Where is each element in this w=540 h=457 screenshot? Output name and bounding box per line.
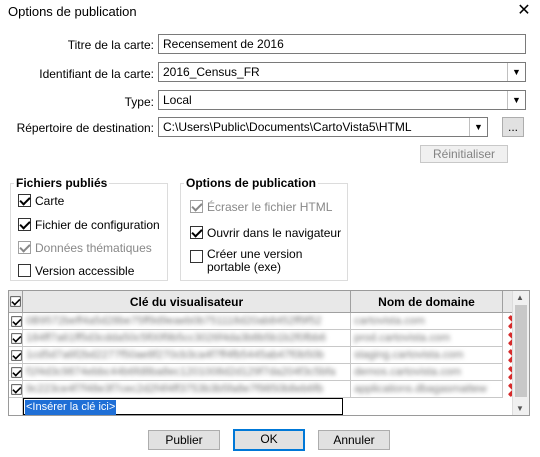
domain-value: demos.cartovista.com <box>354 366 461 378</box>
checkbox-config-file-box[interactable] <box>18 218 31 232</box>
reset-button[interactable]: Réinitialiser <box>420 145 508 163</box>
checkbox-thematic-data-label: Données thématiques <box>35 240 152 255</box>
key-cell[interactable]: 9c223ce4f7f48e3f7cec2d2f4f4ff3753b3b5fa8… <box>23 381 351 398</box>
checkbox-thematic-data: Données thématiques <box>18 240 152 255</box>
key-cell[interactable]: 0B9572beff4a5d28be75ff9d9eaeb0b751118d20… <box>23 313 351 330</box>
domain-value: applications.dbagasmattew <box>354 383 487 395</box>
browse-button[interactable]: ... <box>502 117 524 137</box>
type-value: Local <box>163 93 192 107</box>
column-header-key[interactable]: Clé du visualisateur <box>23 291 351 313</box>
key-cell[interactable]: 1cd5d7a6f2bd2277f50ae8f270cb3ca4f7ff4fb5… <box>23 347 351 364</box>
checkbox-accessible-version-label: Version accessible <box>35 263 135 278</box>
select-all-checkbox[interactable] <box>10 296 21 308</box>
domain-value: staging.cartovista.com <box>354 349 464 361</box>
row-checkbox[interactable] <box>11 332 22 344</box>
chevron-down-icon[interactable]: ▼ <box>507 91 525 109</box>
map-id-label: Identifiant de la carte: <box>39 67 154 81</box>
viewer-keys-grid: Clé du visualisateur Nom de domaine 0B95… <box>8 290 530 416</box>
row-checkbox[interactable] <box>11 383 22 395</box>
checkbox-map-label: Carte <box>35 193 65 208</box>
checkbox-portable-version-box[interactable] <box>190 250 203 263</box>
row-checkbox[interactable] <box>11 366 22 378</box>
domain-cell[interactable]: demos.cartovista.com <box>351 364 503 381</box>
checkbox-map[interactable]: Carte <box>18 193 64 208</box>
checkbox-overwrite-html: Écraser le fichier HTML <box>190 199 332 214</box>
checkbox-open-browser-label: Ouvrir dans le navigateur <box>207 225 342 240</box>
key-cell[interactable]: f1f4d3c9874ebbc44b6fd8ba8ec1201008d2d129… <box>23 364 351 381</box>
checkbox-accessible-version-box[interactable] <box>18 264 31 278</box>
domain-cell[interactable]: applications.dbagasmattew <box>351 381 503 398</box>
checkbox-open-browser[interactable]: Ouvrir dans le navigateur <box>190 225 341 240</box>
window-title: Options de publication <box>8 4 137 19</box>
key-value: 0B9572beff4a5d28be75ff9d9eaeb0b751118d20… <box>26 315 322 327</box>
checkbox-config-file[interactable]: Fichier de configuration <box>18 217 160 232</box>
destination-combo[interactable]: C:\Users\Public\Documents\CartoVista5\HT… <box>158 117 488 137</box>
key-cell[interactable]: 184ff7a61ff5d3cdda50c5f00f9b5cc3026f4da3… <box>23 330 351 347</box>
checkbox-overwrite-html-label: Écraser le fichier HTML <box>207 199 333 214</box>
published-files-title: Fichiers publiés <box>14 176 110 190</box>
row-checkbox-cell[interactable] <box>9 313 23 330</box>
type-label: Type: <box>124 95 154 109</box>
checkbox-open-browser-box[interactable] <box>190 226 203 240</box>
map-id-combo[interactable]: 2016_Census_FR ▼ <box>158 62 526 82</box>
insert-key-placeholder: <Insérer la clé ici> <box>25 400 117 415</box>
checkbox-portable-version[interactable]: Créer une version portable (exe) <box>190 248 350 274</box>
ok-button[interactable]: OK <box>233 429 305 451</box>
map-title-input[interactable]: Recensement de 2016 <box>158 34 526 54</box>
row-checkbox[interactable] <box>11 349 22 361</box>
checkbox-overwrite-html-box <box>190 200 203 214</box>
select-all-header[interactable] <box>9 291 23 313</box>
grid-scrollbar[interactable]: ▲ ▼ <box>512 291 529 415</box>
map-title-label: Titre de la carte: <box>67 38 154 52</box>
domain-cell[interactable]: prod.cartovista.com <box>351 330 503 347</box>
publish-button[interactable]: Publier <box>148 430 220 450</box>
row-checkbox-cell[interactable] <box>9 381 23 398</box>
destination-value: C:\Users\Public\Documents\CartoVista5\HT… <box>163 120 412 134</box>
row-checkbox-cell[interactable] <box>9 330 23 347</box>
type-select[interactable]: Local ▼ <box>158 90 526 110</box>
checkbox-config-file-label: Fichier de configuration <box>35 217 160 232</box>
key-value: 184ff7a61ff5d3cdda50c5f00f9b5cc3026f4da3… <box>26 332 326 344</box>
map-id-value: 2016_Census_FR <box>163 65 260 79</box>
domain-value: cartovista.com <box>354 315 425 327</box>
chevron-down-icon[interactable]: ▼ <box>507 63 525 81</box>
insert-key-input[interactable]: <Insérer la clé ici> <box>23 398 343 415</box>
key-value: f1f4d3c9874ebbc44b6fd8ba8ec1201008d2d129… <box>26 366 336 378</box>
domain-cell[interactable]: cartovista.com <box>351 313 503 330</box>
key-value: 9c223ce4f7f48e3f7cec2d2f4f4ff3753b3b5fa8… <box>26 383 324 395</box>
column-header-domain[interactable]: Nom de domaine <box>351 291 503 313</box>
chevron-down-icon[interactable]: ▼ <box>469 118 487 136</box>
checkbox-thematic-data-box <box>18 241 31 255</box>
insert-row-marker <box>9 398 23 415</box>
row-checkbox-cell[interactable] <box>9 364 23 381</box>
row-checkbox-cell[interactable] <box>9 347 23 364</box>
scroll-up-icon[interactable]: ▲ <box>516 293 524 302</box>
key-value: 1cd5d7a6f2bd2277f50ae8f270cb3ca4f7ff4fb5… <box>26 349 324 361</box>
domain-cell[interactable]: staging.cartovista.com <box>351 347 503 364</box>
checkbox-accessible-version[interactable]: Version accessible <box>18 263 134 278</box>
domain-value: prod.cartovista.com <box>354 332 450 344</box>
close-icon[interactable]: ✕ <box>516 3 532 19</box>
checkbox-map-box[interactable] <box>18 194 31 208</box>
destination-label: Répertoire de destination: <box>16 121 154 135</box>
publish-options-title: Options de publication <box>184 176 318 190</box>
scroll-thumb[interactable] <box>515 305 527 397</box>
cancel-button[interactable]: Annuler <box>318 430 390 450</box>
row-checkbox[interactable] <box>11 315 22 327</box>
scroll-down-icon[interactable]: ▼ <box>516 404 524 413</box>
checkbox-portable-version-label: Créer une version portable (exe) <box>207 247 303 274</box>
